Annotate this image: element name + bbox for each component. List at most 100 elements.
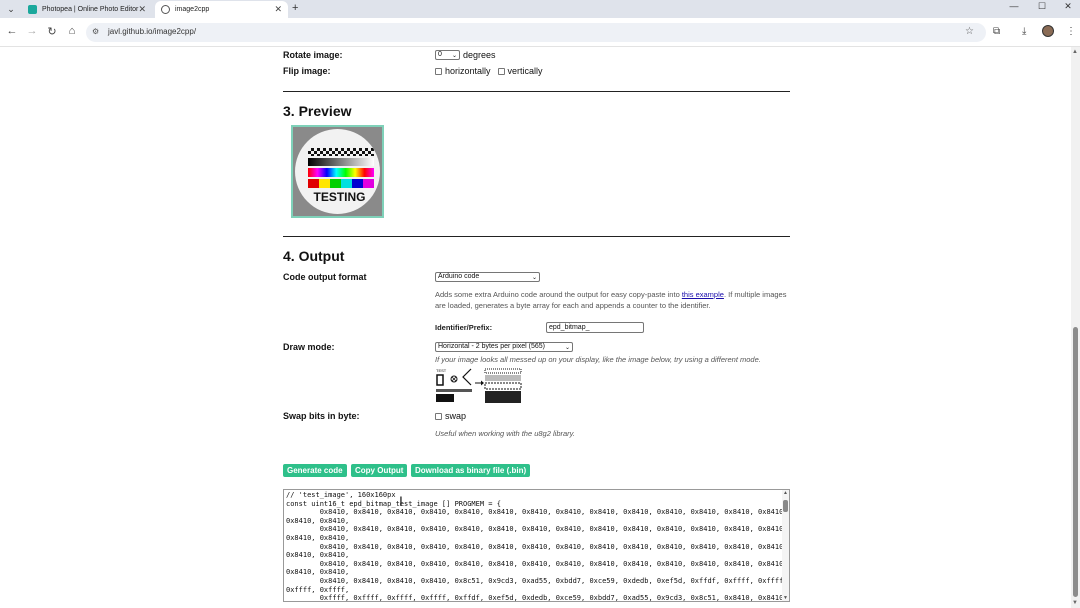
- draw-mode-select[interactable]: Horizontal - 2 bytes per pixel (565) ⌄: [435, 342, 573, 352]
- preview-gradient-bar: [308, 158, 374, 166]
- example-link[interactable]: this example: [682, 290, 724, 299]
- output-heading: 4. Output: [283, 248, 345, 264]
- format-control: Arduino code ⌄: [435, 272, 540, 282]
- home-icon[interactable]: ⌂: [65, 25, 79, 37]
- chevron-down-icon: ⌄: [531, 275, 537, 281]
- chevron-down-icon: ⌄: [451, 53, 457, 59]
- code-output-text: // 'test_image', 160x160px const uint16_…: [286, 491, 788, 602]
- minimize-button[interactable]: —: [1000, 1, 1028, 11]
- format-help: Adds some extra Arduino code around the …: [435, 289, 791, 311]
- section-divider: [283, 236, 790, 237]
- chevron-down-icon: ⌄: [564, 345, 570, 351]
- rotate-label: Rotate image:: [283, 50, 343, 60]
- extensions-icon[interactable]: ⧉: [993, 26, 1000, 37]
- demo-scrambled-3: [484, 382, 522, 390]
- swap-control: swap: [435, 411, 466, 421]
- swap-help: Useful when working with the u8g2 librar…: [435, 429, 575, 438]
- preview-testing-text: TESTING: [313, 190, 366, 204]
- new-tab-button[interactable]: +: [292, 2, 298, 14]
- window-close-button[interactable]: ✕: [1054, 1, 1080, 12]
- draw-mode-select-value: Horizontal - 2 bytes per pixel (565): [438, 343, 545, 350]
- globe-favicon-icon: [161, 5, 170, 14]
- color-block-green: [330, 179, 341, 188]
- text-cursor-icon: I: [399, 493, 403, 509]
- preview-heading: 3. Preview: [283, 103, 352, 119]
- scroll-up-arrow-icon[interactable]: ▲: [783, 490, 788, 496]
- download-bin-button[interactable]: Download as binary file (.bin): [411, 464, 531, 477]
- bookmark-star-icon[interactable]: ☆: [965, 26, 974, 37]
- copy-output-button[interactable]: Copy Output: [351, 464, 408, 477]
- demo-arrow-head: [481, 380, 484, 386]
- back-arrow-icon[interactable]: ←: [5, 25, 19, 37]
- photopea-favicon-icon: [28, 5, 37, 14]
- draw-mode-label: Draw mode:: [283, 342, 335, 352]
- scrollbar-thumb[interactable]: [1073, 327, 1078, 597]
- scroll-down-arrow-icon[interactable]: ▼: [783, 595, 788, 601]
- color-block-red: [308, 179, 319, 188]
- preview-color-blocks: [308, 179, 374, 188]
- profile-avatar[interactable]: [1042, 25, 1054, 37]
- reload-icon[interactable]: ↻: [45, 25, 59, 38]
- scroll-down-arrow-icon[interactable]: ▼: [1072, 600, 1078, 606]
- url-text[interactable]: javl.github.io/image2cpp/: [108, 27, 196, 36]
- color-block-cyan: [341, 179, 352, 188]
- flip-control: horizontally vertically: [435, 66, 543, 76]
- rotate-control: 0 ⌄ degrees: [435, 50, 496, 60]
- format-select-value: Arduino code: [438, 273, 480, 280]
- demo-letter-shape: [436, 374, 444, 386]
- tab-search-icon[interactable]: ⌄: [4, 2, 18, 16]
- flip-horizontal-label: horizontally: [445, 66, 491, 76]
- format-select[interactable]: Arduino code ⌄: [435, 272, 540, 282]
- color-block-magenta: [363, 179, 374, 188]
- demo-scrambled-4: [485, 391, 521, 403]
- flip-vertical-checkbox[interactable]: [497, 67, 505, 75]
- scroll-up-arrow-icon[interactable]: ▲: [1072, 49, 1078, 55]
- preview-checker-pattern: [308, 148, 374, 156]
- tab-strip: ⌄ Photopea | Online Photo Editor ✕ image…: [0, 0, 1080, 18]
- demo-chevron: [462, 368, 472, 386]
- page-scrollbar[interactable]: ▲ ▼: [1071, 47, 1080, 608]
- swap-option-label: swap: [445, 411, 467, 421]
- demo-gray-bar: [436, 389, 472, 392]
- rotate-select[interactable]: 0 ⌄: [435, 50, 460, 60]
- flip-horizontal-checkbox[interactable]: [435, 67, 442, 75]
- format-help-text: Adds some extra Arduino code around the …: [435, 290, 682, 299]
- demo-scrambled-2: [485, 375, 521, 381]
- tab-title: image2cpp: [175, 6, 210, 13]
- download-icon[interactable]: ⤓: [1022, 26, 1026, 37]
- rotate-select-value: 0: [438, 51, 442, 58]
- preview-rainbow-bar: [308, 168, 374, 177]
- omnibox[interactable]: ⚙ javl.github.io/image2cpp/ ☆: [86, 23, 986, 42]
- close-tab-icon[interactable]: ✕: [138, 4, 146, 15]
- section-divider: [283, 91, 790, 92]
- tab-photopea[interactable]: Photopea | Online Photo Editor ✕: [22, 1, 152, 18]
- draw-mode-example-image: TEST: [436, 368, 522, 403]
- swap-label: Swap bits in byte:: [283, 411, 360, 421]
- draw-mode-help: If your image looks all messed up on you…: [435, 355, 761, 364]
- menu-kebab-icon[interactable]: ⋮: [1066, 26, 1076, 37]
- code-output-textarea[interactable]: // 'test_image', 160x160px const uint16_…: [283, 489, 790, 602]
- generate-code-button[interactable]: Generate code: [283, 464, 347, 477]
- format-label: Code output format: [283, 272, 367, 282]
- color-block-yellow: [319, 179, 330, 188]
- tab-image2cpp[interactable]: image2cpp ✕: [155, 1, 288, 18]
- rotate-unit: degrees: [463, 50, 496, 60]
- swap-checkbox[interactable]: [435, 412, 442, 420]
- identifier-input[interactable]: epd_bitmap_: [546, 322, 644, 333]
- close-tab-icon[interactable]: ✕: [274, 4, 282, 15]
- flip-vertical-label: vertically: [507, 66, 543, 76]
- preview-disc: TESTING: [295, 129, 380, 214]
- demo-black-block: [436, 394, 454, 402]
- forward-arrow-icon[interactable]: →: [25, 25, 39, 37]
- flip-label: Flip image:: [283, 66, 331, 76]
- maximize-button[interactable]: ☐: [1028, 1, 1056, 12]
- demo-test-text: TEST: [436, 368, 447, 373]
- tab-title: Photopea | Online Photo Editor: [42, 6, 139, 13]
- code-scrollbar[interactable]: ▲ ▼: [782, 490, 789, 601]
- draw-mode-control: Horizontal - 2 bytes per pixel (565) ⌄: [435, 342, 573, 352]
- color-block-blue: [352, 179, 363, 188]
- address-bar-row: ← → ↻ ⌂ ⚙ javl.github.io/image2cpp/ ☆ ⧉ …: [0, 18, 1080, 47]
- demo-scrambled-1: [484, 368, 522, 374]
- code-scrollbar-thumb[interactable]: [783, 500, 788, 512]
- site-info-icon[interactable]: ⚙: [92, 27, 99, 36]
